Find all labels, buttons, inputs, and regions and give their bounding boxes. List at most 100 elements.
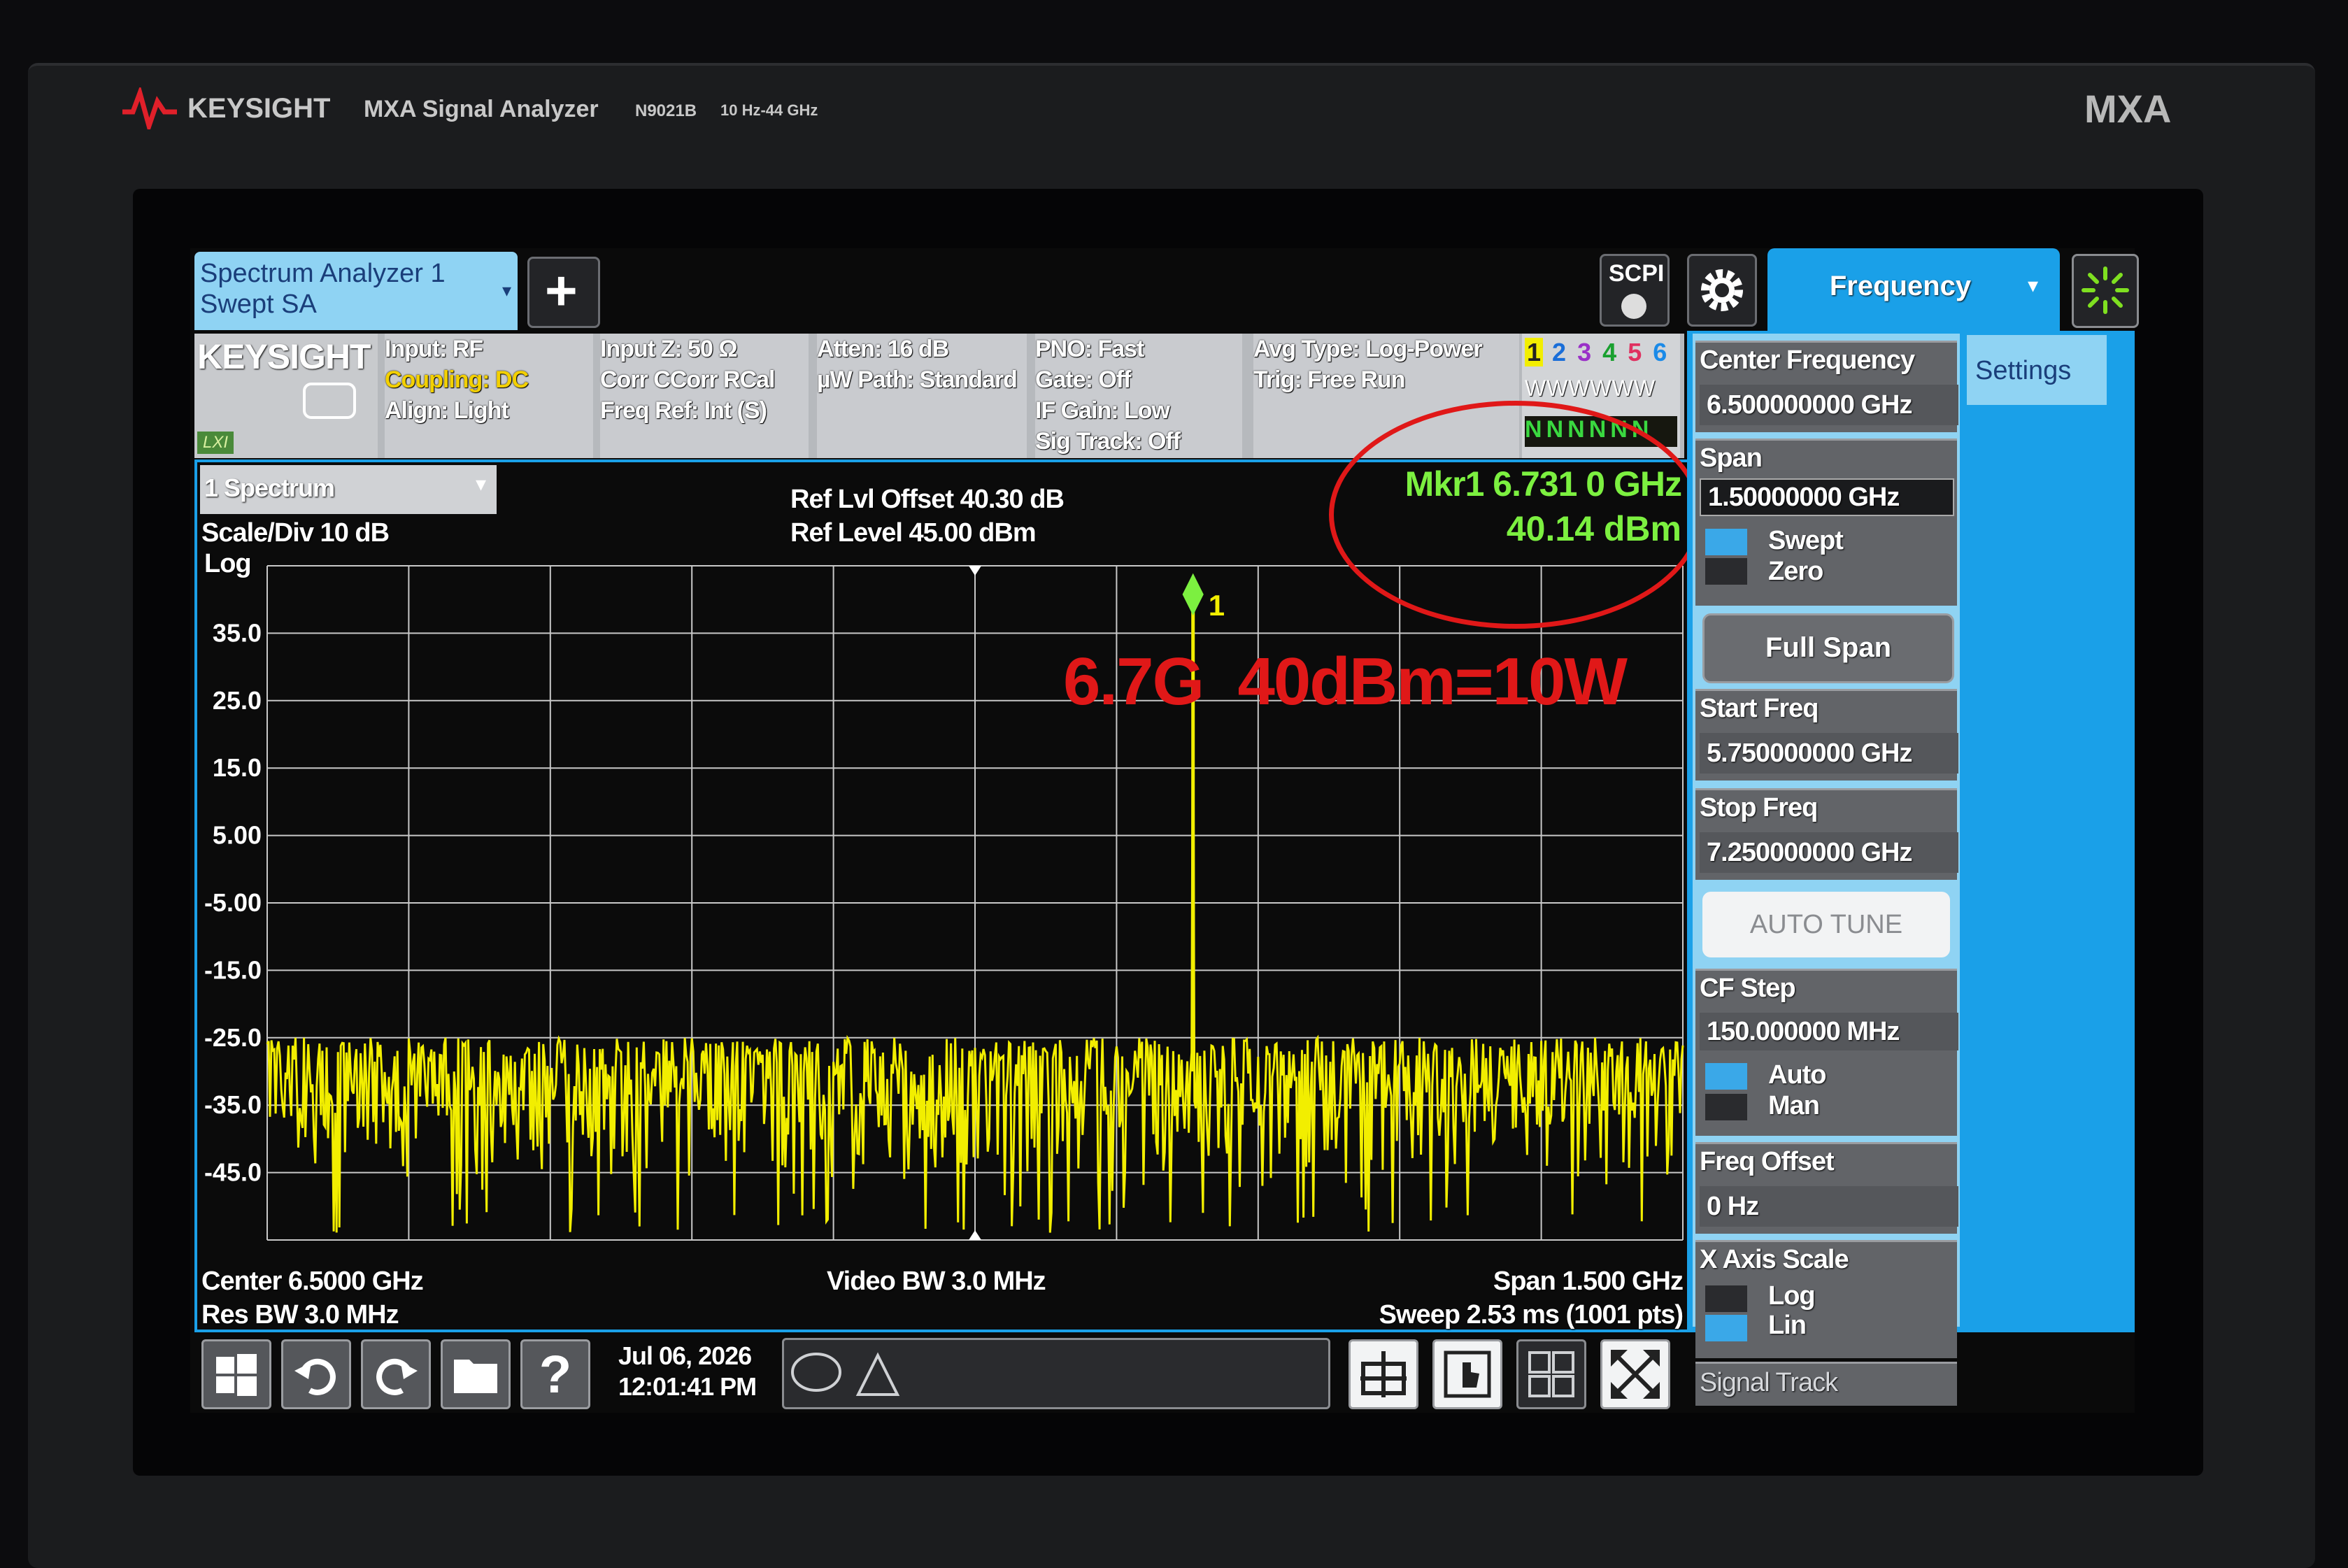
key-label: CF Step xyxy=(1700,974,1796,1003)
menu-frequency-dropdown[interactable]: Frequency ▾ xyxy=(1767,248,2060,331)
bottom-center-triangle-icon xyxy=(969,1230,981,1240)
touch-hand-icon xyxy=(1444,1350,1491,1398)
freq-offset-key[interactable]: Freq Offset 0 Hz xyxy=(1695,1142,1958,1234)
key-label: Center Frequency xyxy=(1700,345,1915,375)
system-settings-button[interactable] xyxy=(1687,254,1757,327)
trace-2-number: 2 xyxy=(1552,338,1567,366)
span-value-input[interactable]: 1.50000000 GHz xyxy=(1700,478,1954,516)
time: 12:01:41 PM xyxy=(618,1372,757,1401)
date-time: Jul 06, 2026 12:01:41 PM xyxy=(618,1341,757,1402)
keysight-logo-icon xyxy=(122,87,177,129)
full-span-label: Full Span xyxy=(1765,632,1891,663)
speech-bubble-icon xyxy=(791,1353,841,1392)
brand-logo: KEYSIGHT xyxy=(187,93,331,124)
trigger-setting: Trig: Free Run xyxy=(1253,366,1405,393)
model-number: N9021B xyxy=(635,101,697,120)
key-label: Freq Offset xyxy=(1700,1147,1835,1176)
scpi-label: SCPI xyxy=(1609,260,1665,287)
auto-option[interactable]: Auto xyxy=(1768,1060,1827,1090)
coupling-setting: Coupling: DC xyxy=(385,366,529,393)
key-value: 7.250000000 GHz xyxy=(1700,832,1958,873)
tab-spectrum-analyzer[interactable]: Spectrum Analyzer 1 Swept SA ▾ xyxy=(194,252,518,330)
swept-option[interactable]: Swept xyxy=(1768,526,1844,556)
lin-option[interactable]: Lin xyxy=(1768,1311,1807,1341)
y-tick-label: -5.00 xyxy=(204,888,262,917)
tab-settings[interactable]: Settings xyxy=(1967,335,2107,405)
align-setting: Align: Light xyxy=(385,397,509,424)
redo-button[interactable] xyxy=(361,1339,431,1409)
marker-1-diamond-icon xyxy=(1182,573,1204,616)
x-axis-scale-key[interactable]: X Axis Scale Log Lin xyxy=(1695,1240,1957,1358)
brand-bar: KEYSIGHT MXA Signal Analyzer N9021B 10 H… xyxy=(105,80,2203,140)
res-bw-annotation: Res BW 3.0 MHz xyxy=(201,1300,399,1330)
trace-type: W xyxy=(1546,376,1569,401)
stop-freq-key[interactable]: Stop Freq 7.250000000 GHz xyxy=(1695,788,1958,880)
tab-line2: Swept SA xyxy=(200,290,317,319)
correction-setting: Corr CCorr RCal xyxy=(600,366,775,393)
status-input-column: Input: RF Coupling: DC Align: Light xyxy=(385,334,593,458)
local-busy-button[interactable] xyxy=(2072,254,2139,328)
settings-tab-label: Settings xyxy=(1975,356,2072,385)
center-frequency-key[interactable]: Center Frequency 6.500000000 GHz xyxy=(1695,341,1958,432)
trace-type: W xyxy=(1590,376,1612,401)
redo-icon xyxy=(376,1358,418,1395)
windows-start-button[interactable] xyxy=(201,1339,271,1409)
chevron-down-icon: ▾ xyxy=(2028,274,2039,297)
trace-3-number: 3 xyxy=(1577,338,1592,366)
spinner-icon xyxy=(2082,266,2129,314)
touch-button[interactable] xyxy=(1432,1339,1502,1409)
marker-1-label: 1 xyxy=(1209,589,1225,622)
move-window-button[interactable] xyxy=(1349,1339,1418,1409)
start-freq-key[interactable]: Start Freq 5.750000000 GHz xyxy=(1695,689,1958,781)
top-center-triangle-icon xyxy=(969,566,981,576)
undo-button[interactable] xyxy=(281,1339,351,1409)
gate-setting: Gate: Off xyxy=(1035,366,1131,393)
status-correction-column: Input Z: 50 Ω Corr CCorr RCal Freq Ref: … xyxy=(600,334,809,458)
y-tick-label: -25.0 xyxy=(204,1023,262,1052)
status-brand-logo: KEYSIGHT xyxy=(197,337,371,376)
zero-option[interactable]: Zero xyxy=(1768,557,1823,587)
scpi-button[interactable]: SCPI xyxy=(1600,254,1670,327)
y-tick-label: -45.0 xyxy=(204,1158,262,1187)
file-button[interactable] xyxy=(441,1339,511,1409)
zoom-window-button[interactable] xyxy=(1600,1339,1670,1409)
move-arrows-icon xyxy=(1360,1351,1407,1397)
add-screen-button[interactable]: + xyxy=(527,257,600,328)
help-button[interactable]: ? xyxy=(520,1339,590,1409)
key-label: Start Freq xyxy=(1700,694,1819,723)
chevron-down-icon: ▾ xyxy=(502,280,512,301)
trace-type: W xyxy=(1525,376,1547,401)
sig-track-setting: Sig Track: Off xyxy=(1035,428,1181,455)
gear-icon xyxy=(1701,269,1743,311)
status-pno-column: PNO: Fast Gate: Off IF Gain: Low Sig Tra… xyxy=(1035,334,1242,458)
man-unselected-icon xyxy=(1705,1094,1747,1120)
message-bar[interactable] xyxy=(782,1338,1330,1409)
key-label: X Axis Scale xyxy=(1700,1245,1849,1274)
full-span-button[interactable]: Full Span xyxy=(1702,613,1954,683)
lin-selected-icon xyxy=(1705,1315,1747,1341)
freq-ref-setting: Freq Ref: Int (S) xyxy=(600,397,767,424)
key-value: 150.000000 MHz xyxy=(1700,1013,1958,1050)
folder-icon xyxy=(454,1360,497,1393)
trace-type-row: WWWWWW xyxy=(1525,376,1656,401)
lxi-badge: LXI xyxy=(197,432,234,454)
input-z-setting: Input Z: 50 Ω xyxy=(600,336,738,362)
message-icons xyxy=(791,1352,900,1396)
multi-window-button[interactable] xyxy=(1516,1339,1586,1409)
man-option[interactable]: Man xyxy=(1768,1091,1820,1121)
span-key[interactable]: Span 1.50000000 GHz Swept Zero xyxy=(1695,439,1957,606)
atten-setting: Atten: 16 dB xyxy=(817,336,949,362)
log-option[interactable]: Log xyxy=(1768,1281,1816,1311)
auto-tune-button[interactable]: AUTO TUNE xyxy=(1702,892,1950,957)
cf-step-key[interactable]: CF Step 150.000000 MHz Auto Man xyxy=(1695,969,1958,1136)
if-gain-setting: IF Gain: Low xyxy=(1035,397,1170,424)
date: Jul 06, 2026 xyxy=(618,1341,752,1370)
auto-tune-label: AUTO TUNE xyxy=(1749,910,1903,939)
warning-triangle-icon xyxy=(855,1352,900,1396)
sweep-annotation: Sweep 2.53 ms (1001 pts) xyxy=(1379,1300,1684,1330)
key-value: 6.500000000 GHz xyxy=(1700,385,1958,425)
model-badge: MXA xyxy=(2084,87,2172,131)
grid-icon xyxy=(1528,1351,1574,1397)
trace-5-number: 5 xyxy=(1628,338,1642,366)
signal-track-key[interactable]: Signal Track xyxy=(1695,1362,1957,1406)
